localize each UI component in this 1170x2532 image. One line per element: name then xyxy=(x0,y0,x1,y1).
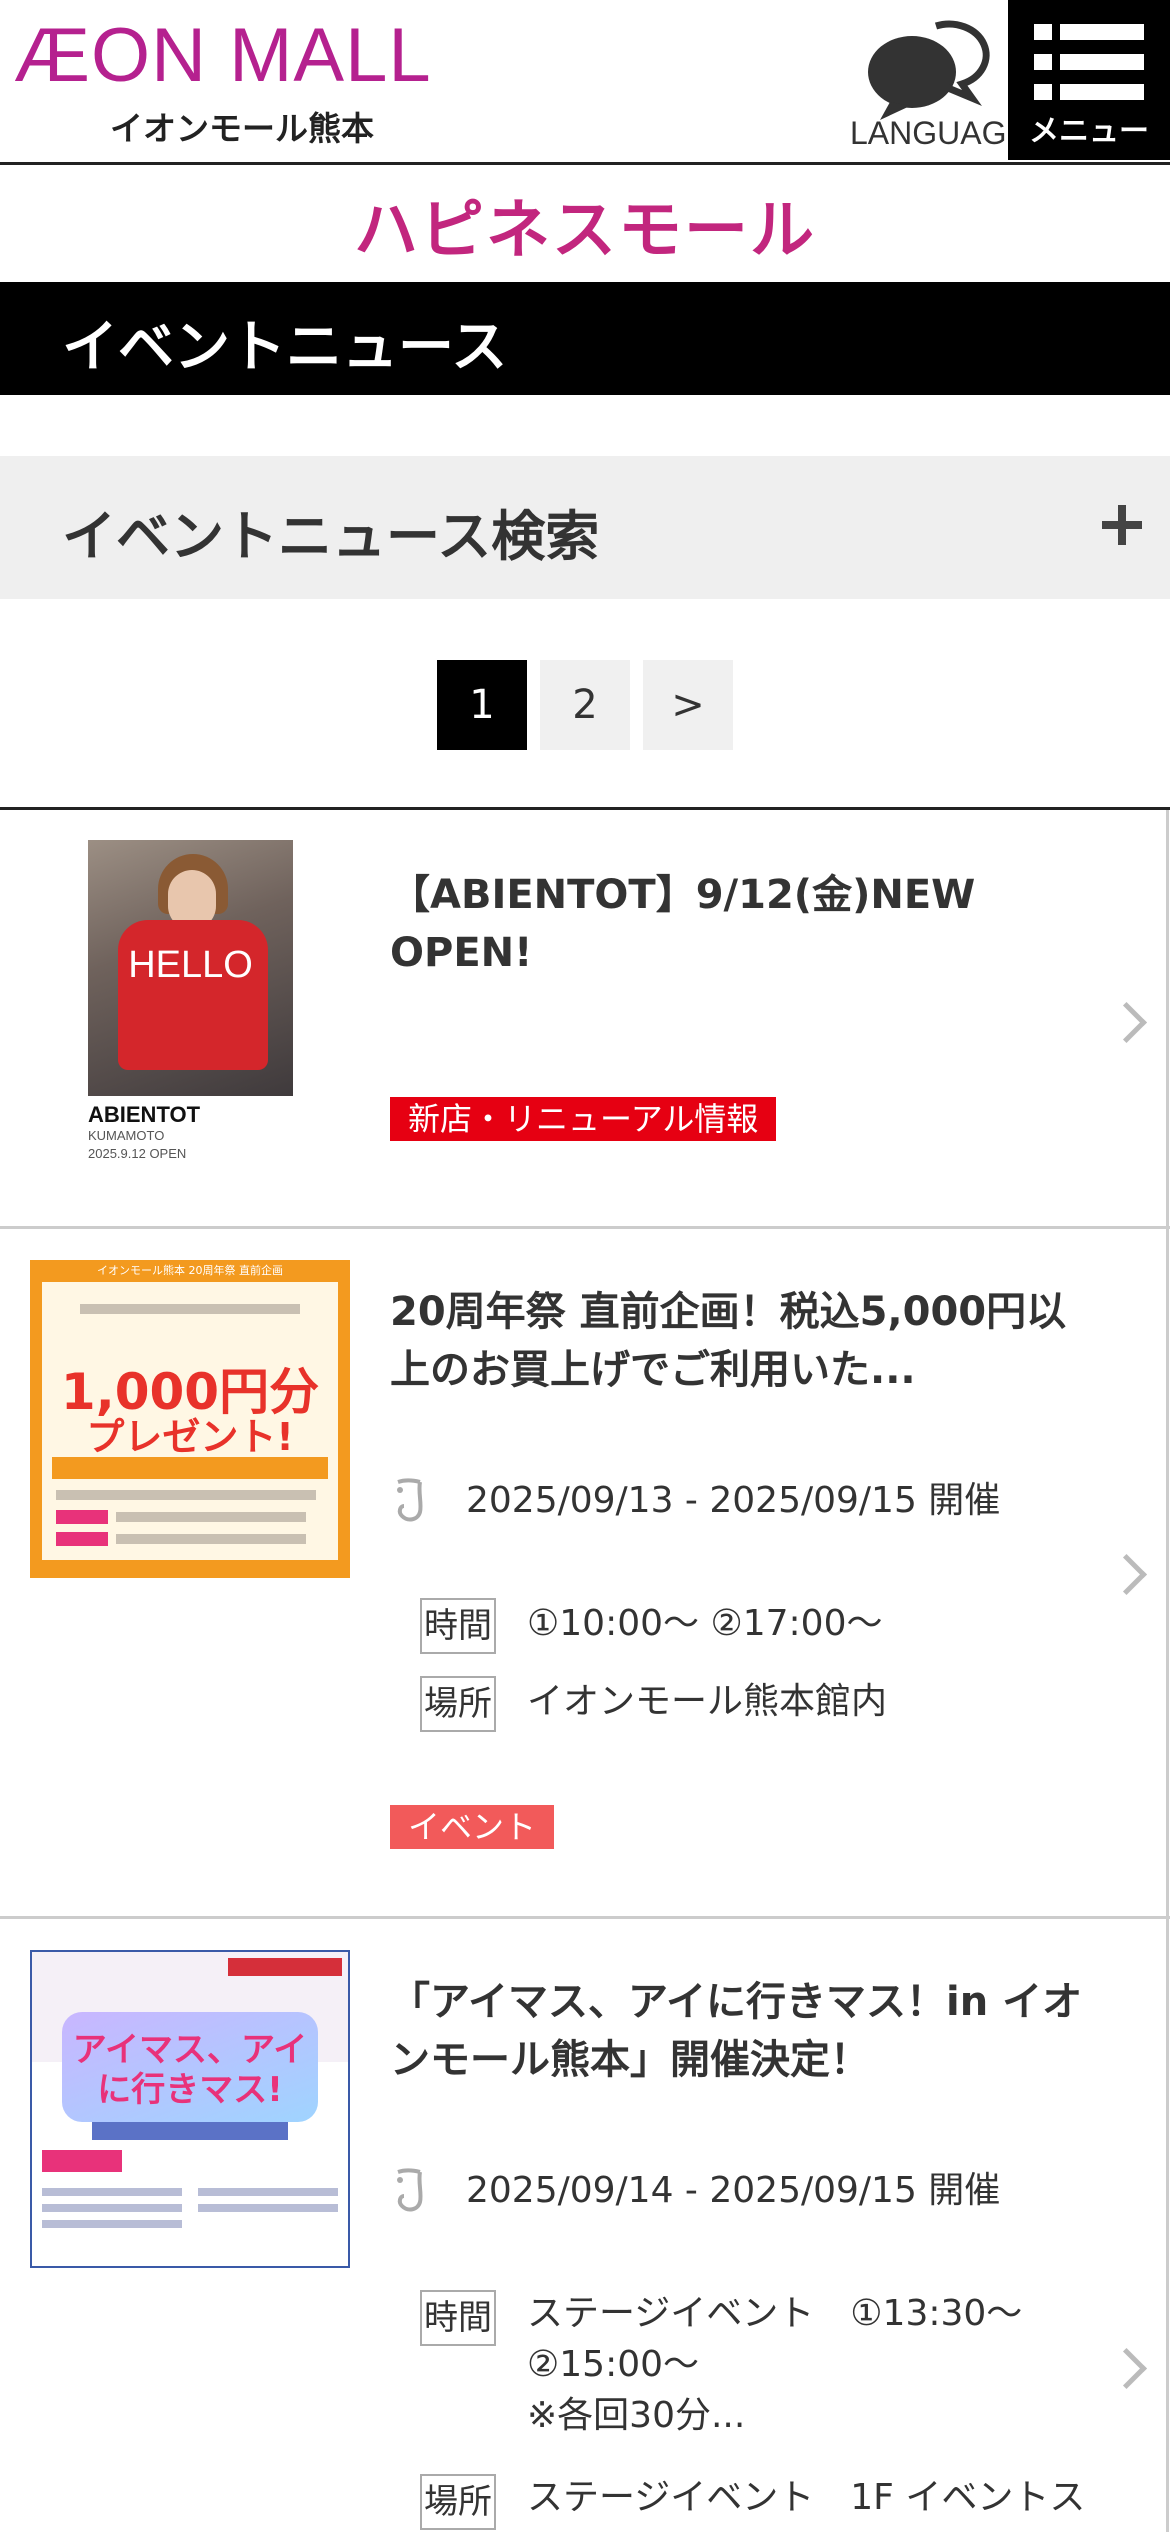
saxophone-icon xyxy=(397,2168,423,2212)
pagination: 1 2 > xyxy=(437,660,733,750)
time-value-line-1: ステージイベント ①13:30〜 xyxy=(527,2293,1023,2334)
page-2-button[interactable]: 2 xyxy=(540,660,630,750)
time-label: 時間 xyxy=(420,1598,496,1654)
thumbnail-title-text: アイマス、アイに行きマス! xyxy=(72,2030,308,2110)
menu-label: メニュー xyxy=(1029,114,1149,149)
place-value: イオンモール熊本館内 xyxy=(527,1681,888,1722)
saxophone-icon xyxy=(397,1478,423,1522)
place-label: 場所 xyxy=(420,1676,496,1732)
next-page-button[interactable]: > xyxy=(643,660,733,750)
menu-button[interactable]: メニュー xyxy=(1008,0,1170,160)
page-title: イベントニュース xyxy=(62,315,508,380)
header: ÆON MALL イオンモール熊本 LANGUAGE メニュー xyxy=(0,0,1170,165)
event-date-text: 2025/09/13 - 2025/09/15 開催 xyxy=(466,1480,1001,1521)
place-label: 場所 xyxy=(420,2474,496,2530)
event-search-title: イベントニュース検索 xyxy=(62,505,600,568)
language-label: LANGUAGE xyxy=(850,115,1028,151)
thumbnail-city-text: KUMAMOTO xyxy=(88,1128,165,1143)
category-badge: 新店・リニューアル情報 xyxy=(390,1097,777,1141)
thumbnail-present-text: プレゼント! xyxy=(86,1415,294,1459)
event-date-text: 2025/09/14 - 2025/09/15 開催 xyxy=(466,2170,1001,2211)
news-item-title[interactable]: 20周年祭 直前企画！税込5,000円以上のお買上げでご利用いた... xyxy=(390,1283,1090,1399)
plus-icon[interactable] xyxy=(1102,505,1142,545)
time-label: 時間 xyxy=(420,2290,496,2346)
abientot-thumbnail[interactable]: HELLO xyxy=(88,840,293,1100)
anniversary-campaign-thumbnail[interactable]: イオンモール熊本 20周年祭 直前企画 1,000円分 プレゼント! xyxy=(30,1260,350,1578)
news-item-title[interactable]: 「アイマス、アイに行きマス！in イオンモール熊本」開催決定！ xyxy=(390,1973,1090,2089)
idolmaster-event-thumbnail[interactable]: アイマス、アイに行きマス! xyxy=(30,1950,350,2268)
speech-bubble-icon xyxy=(868,20,990,120)
language-button[interactable]: LANGUAGE xyxy=(850,0,1028,160)
time-value: ①10:00〜 ②17:00〜 xyxy=(527,1603,883,1644)
happiness-mall-logo: ハピネスモール xyxy=(354,194,816,268)
thumbnail-header-text: イオンモール熊本 20周年祭 直前企画 xyxy=(97,1264,283,1277)
place-value: ステージイベント 1F イベントス xyxy=(527,2477,1086,2518)
category-badge: イベント xyxy=(390,1805,555,1849)
time-value-line-3: ※各回30分... xyxy=(527,2395,746,2436)
page-title-bar: イベントニュース xyxy=(0,282,1170,395)
logo-subtitle: イオンモール熊本 xyxy=(110,109,374,148)
page-1-button[interactable]: 1 xyxy=(437,660,527,750)
time-value-line-2: ②15:00〜 xyxy=(527,2344,700,2385)
event-search-toggle[interactable]: イベントニュース検索 xyxy=(0,456,1170,599)
thumbnail-date-text: 2025.9.12 OPEN xyxy=(88,1146,187,1161)
news-item-title[interactable]: 【ABIENTOT】9/12(金)NEW OPEN! xyxy=(390,866,1090,982)
event-date-row: 2025/09/13 - 2025/09/15 開催 xyxy=(390,1476,1090,1526)
happiness-mall-banner[interactable]: ハピネスモール xyxy=(0,165,1170,280)
event-date-row: 2025/09/14 - 2025/09/15 開催 xyxy=(390,2166,1090,2216)
logo-wordmark: ÆON MALL xyxy=(14,13,432,98)
aeon-mall-logo[interactable]: ÆON MALL イオンモール熊本 xyxy=(14,13,484,149)
thumbnail-brand-text: ABIENTOT xyxy=(88,1102,201,1127)
thumbnail-hello-text: HELLO xyxy=(128,944,253,986)
